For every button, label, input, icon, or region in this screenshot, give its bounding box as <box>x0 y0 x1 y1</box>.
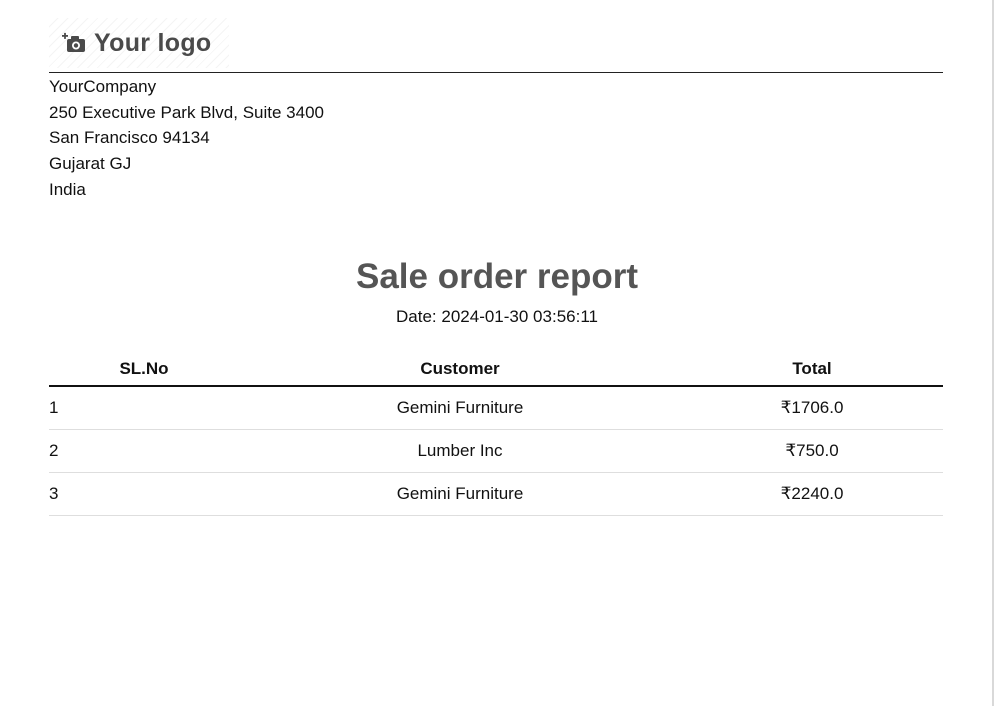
date-value: 2024-01-30 03:56:11 <box>441 307 598 326</box>
report-title: Sale order report <box>355 257 639 296</box>
company-name: YourCompany <box>49 77 157 96</box>
cell-sl-no: 1 <box>49 386 239 430</box>
camera-plus-icon <box>61 32 87 54</box>
company-state: Gujarat GJ <box>49 154 132 174</box>
cell-customer: Gemini Furniture <box>239 386 681 430</box>
cell-total: ₹1706.0 <box>681 386 943 430</box>
column-header-sl-no: SL.No <box>49 352 239 387</box>
cell-customer: Lumber Inc <box>239 429 681 473</box>
company-city-zip: San Francisco 94134 <box>49 128 210 148</box>
logo-text: Your logo <box>94 28 212 57</box>
table-header-row: SL.No Customer Total <box>49 352 943 387</box>
table-row: 1 Gemini Furniture ₹1706.0 <box>49 386 943 430</box>
cell-sl-no: 2 <box>49 429 239 473</box>
table-row: 2 Lumber Inc ₹750.0 <box>49 429 943 473</box>
report-header: Your logo <box>49 18 943 73</box>
column-header-customer: Customer <box>239 352 681 387</box>
table-row: 3 Gemini Furniture ₹2240.0 <box>49 472 943 516</box>
cell-sl-no: 3 <box>49 472 239 516</box>
company-address: YourCompany 250 Executive Park Blvd, Sui… <box>49 74 324 203</box>
column-header-total: Total <box>681 352 943 387</box>
cell-total: ₹750.0 <box>681 429 943 473</box>
company-logo: Your logo <box>49 18 229 68</box>
date-label: Date: <box>396 307 437 326</box>
company-street: 250 Executive Park Blvd, Suite 3400 <box>49 102 324 122</box>
company-country: India <box>49 179 86 199</box>
cell-total: ₹2240.0 <box>681 472 943 516</box>
report-page: Your logo YourCompany 250 Executive Park… <box>0 0 994 706</box>
report-date: Date: 2024-01-30 03:56:11 <box>0 305 994 329</box>
cell-customer: Gemini Furniture <box>239 472 681 516</box>
sale-order-table: SL.No Customer Total 1 Gemini Furniture … <box>49 352 943 516</box>
